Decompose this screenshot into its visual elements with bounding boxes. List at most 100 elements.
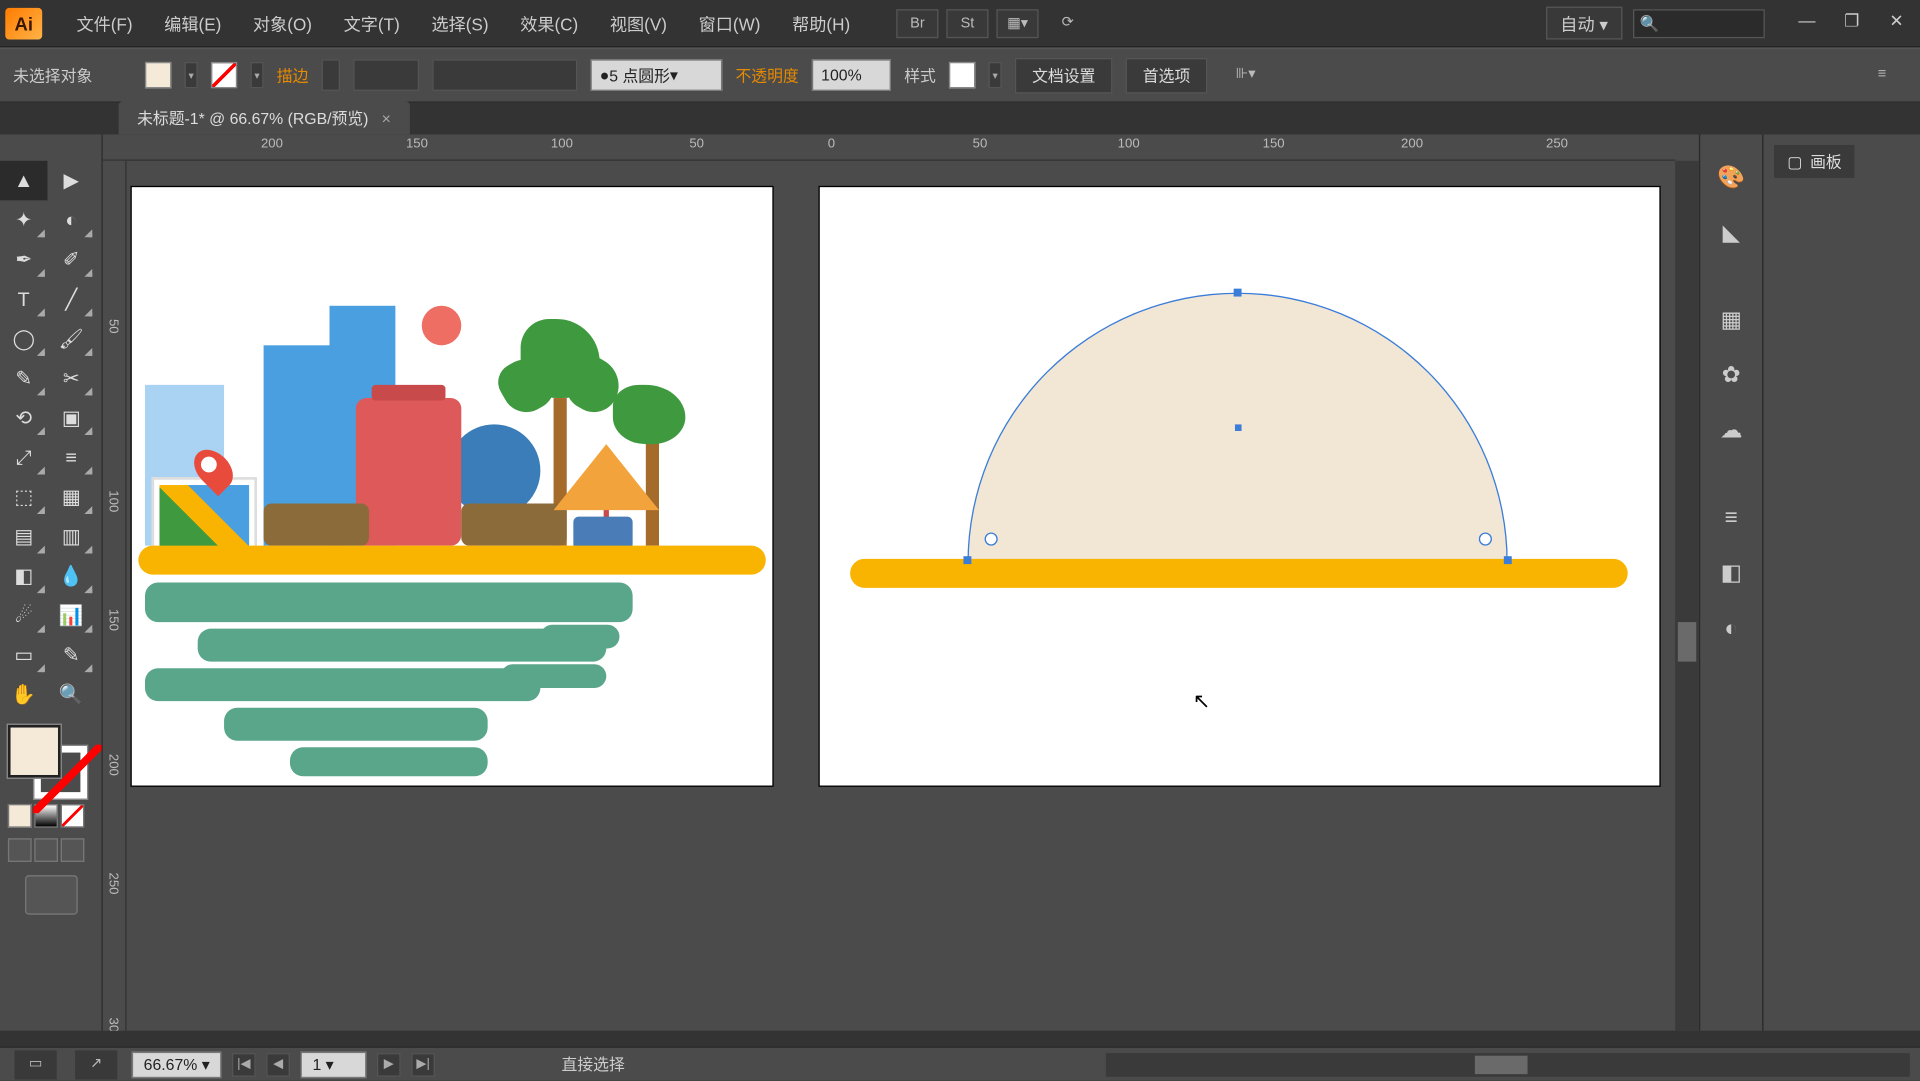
scale-tool[interactable]: ⤢ xyxy=(0,438,47,478)
shape-builder-tool[interactable]: ▦ xyxy=(47,477,94,517)
reflect-tool[interactable]: ▣ xyxy=(47,398,94,438)
pen-tool[interactable]: ✒ xyxy=(0,240,47,280)
scissors-tool[interactable]: ✂ xyxy=(47,358,94,398)
pencil-tool[interactable]: ✎ xyxy=(0,358,47,398)
draw-behind-icon[interactable] xyxy=(34,838,58,862)
menu-select[interactable]: 选择(S) xyxy=(416,11,505,36)
menu-window[interactable]: 窗口(W) xyxy=(683,11,776,36)
gradient-panel-icon[interactable]: ◧ xyxy=(1714,556,1748,590)
zoom-tool[interactable]: 🔍 xyxy=(47,675,94,715)
first-artboard-button[interactable]: |◀ xyxy=(232,1052,256,1076)
mesh-tool[interactable]: ▥ xyxy=(47,517,94,557)
rotate-tool[interactable]: ⟲ xyxy=(0,398,47,438)
menu-file[interactable]: 文件(F) xyxy=(61,11,149,36)
transparency-panel-icon[interactable]: ◐ xyxy=(1714,612,1748,646)
direct-selection-tool[interactable]: ▶ xyxy=(47,161,94,201)
scrollbar-vertical[interactable] xyxy=(1675,161,1699,1031)
stroke-swatch[interactable] xyxy=(211,62,237,88)
doc-setup-button[interactable]: 文档设置 xyxy=(1015,57,1113,93)
fill-stroke-control[interactable] xyxy=(8,725,87,799)
zoom-field[interactable]: 66.67% ▾ xyxy=(132,1051,222,1077)
line-tool[interactable]: ╱ xyxy=(47,279,94,319)
symbols-panel-icon[interactable]: ☁ xyxy=(1714,414,1748,448)
width-tool[interactable]: ≡ xyxy=(47,438,94,478)
lasso-tool[interactable]: ◐ xyxy=(47,200,94,240)
stroke-weight-spinner[interactable] xyxy=(322,59,340,91)
close-tab-icon[interactable]: × xyxy=(382,109,391,127)
workspace-select[interactable]: 自动 ▾ xyxy=(1546,7,1623,40)
type-tool[interactable]: T xyxy=(0,279,47,319)
art-handle xyxy=(372,385,446,401)
color-mode-icon[interactable] xyxy=(8,804,32,828)
perspective-tool[interactable]: ▤ xyxy=(0,517,47,557)
menu-view[interactable]: 视图(V) xyxy=(594,11,683,36)
hand-tool[interactable]: ✋ xyxy=(0,675,47,715)
close-button[interactable]: ✕ xyxy=(1878,10,1915,36)
ellipse-tool[interactable]: ◯ xyxy=(0,319,47,359)
menu-edit[interactable]: 编辑(E) xyxy=(148,11,237,36)
selection-tool[interactable]: ▲ xyxy=(0,161,47,201)
curvature-tool[interactable]: ✐ xyxy=(47,240,94,280)
stock-icon[interactable]: St xyxy=(946,9,988,38)
ruler-vertical[interactable]: 50100150200250300 xyxy=(103,161,127,1031)
status-icon[interactable]: ▭ xyxy=(14,1050,56,1079)
anchor-point[interactable] xyxy=(963,556,971,564)
anchor-point[interactable] xyxy=(1234,289,1242,297)
artboard-nav-field[interactable]: 1 ▾ xyxy=(301,1051,367,1077)
symbol-tool[interactable]: ☄ xyxy=(0,596,47,636)
screen-mode-icon[interactable] xyxy=(24,875,77,915)
graph-tool[interactable]: 📊 xyxy=(47,596,94,636)
brush-tool[interactable]: 🖌 xyxy=(47,319,94,359)
swatches-panel-icon[interactable]: ▦ xyxy=(1714,303,1748,337)
draw-inside-icon[interactable] xyxy=(61,838,85,862)
magic-wand-tool[interactable]: ✦ xyxy=(0,200,47,240)
stroke-panel-icon[interactable]: ≡ xyxy=(1714,501,1748,535)
export-icon[interactable]: ↗ xyxy=(75,1050,117,1079)
document-tab-bar: 未标题-1* @ 66.67% (RGB/预览) × xyxy=(0,103,1920,135)
fill-swatch[interactable] xyxy=(145,62,171,88)
panel-menu-icon[interactable]: ≡ xyxy=(1861,61,1903,90)
stroke-weight-field[interactable] xyxy=(353,59,419,91)
style-swatch[interactable] xyxy=(949,62,975,88)
fill-color-icon[interactable] xyxy=(8,725,61,778)
menu-help[interactable]: 帮助(H) xyxy=(776,11,866,36)
menu-type[interactable]: 文字(T) xyxy=(328,11,416,36)
brushes-panel-icon[interactable]: ✿ xyxy=(1714,358,1748,392)
corner-widget[interactable] xyxy=(1479,532,1492,545)
scrollbar-horizontal[interactable] xyxy=(1106,1052,1910,1076)
draw-normal-icon[interactable] xyxy=(8,838,32,862)
arrange-docs-icon[interactable]: ▦▾ xyxy=(996,9,1038,38)
document-tab[interactable]: 未标题-1* @ 66.67% (RGB/预览) × xyxy=(119,101,410,134)
canvas[interactable]: 20015010050050100150200250 5010015020025… xyxy=(103,134,1699,1030)
document-tab-label: 未标题-1* @ 66.67% (RGB/预览) xyxy=(137,107,368,129)
anchor-point[interactable] xyxy=(1504,556,1512,564)
last-artboard-button[interactable]: ▶| xyxy=(411,1052,435,1076)
sync-icon[interactable]: ⟳ xyxy=(1047,9,1089,38)
menu-effect[interactable]: 效果(C) xyxy=(504,11,594,36)
search-input[interactable]: 🔍 xyxy=(1633,9,1765,38)
preferences-button[interactable]: 首选项 xyxy=(1126,57,1208,93)
next-artboard-button[interactable]: ▶ xyxy=(377,1052,401,1076)
bridge-icon[interactable]: Br xyxy=(896,9,938,38)
ruler-horizontal[interactable]: 20015010050050100150200250 xyxy=(103,134,1675,160)
minimize-button[interactable]: — xyxy=(1789,10,1826,36)
slice-tool[interactable]: ✎ xyxy=(47,635,94,675)
brush-combo[interactable] xyxy=(432,59,577,91)
color-guide-icon[interactable]: ◣ xyxy=(1714,216,1748,250)
style-drop[interactable]: ▾ xyxy=(989,62,1002,88)
menu-object[interactable]: 对象(O) xyxy=(237,11,328,36)
fill-drop[interactable]: ▾ xyxy=(185,62,198,88)
stroke-profile-combo[interactable]: ● 5 点圆形 ▾ xyxy=(591,59,723,91)
eyedropper-tool[interactable]: 💧 xyxy=(47,556,94,596)
prev-artboard-button[interactable]: ◀ xyxy=(266,1052,290,1076)
gradient-tool[interactable]: ◧ xyxy=(0,556,47,596)
restore-button[interactable]: ❐ xyxy=(1833,10,1870,36)
corner-widget[interactable] xyxy=(985,532,998,545)
align-icon[interactable]: ⊪▾ xyxy=(1225,61,1267,90)
stroke-drop[interactable]: ▾ xyxy=(250,62,263,88)
free-transform-tool[interactable]: ⬚ xyxy=(0,477,47,517)
artboard-tool[interactable]: ▭ xyxy=(0,635,47,675)
color-panel-icon[interactable]: 🎨 xyxy=(1714,161,1748,195)
opacity-field[interactable]: 100% xyxy=(812,59,891,91)
artboards-panel-tab[interactable]: ▢ 画板 xyxy=(1774,145,1855,178)
